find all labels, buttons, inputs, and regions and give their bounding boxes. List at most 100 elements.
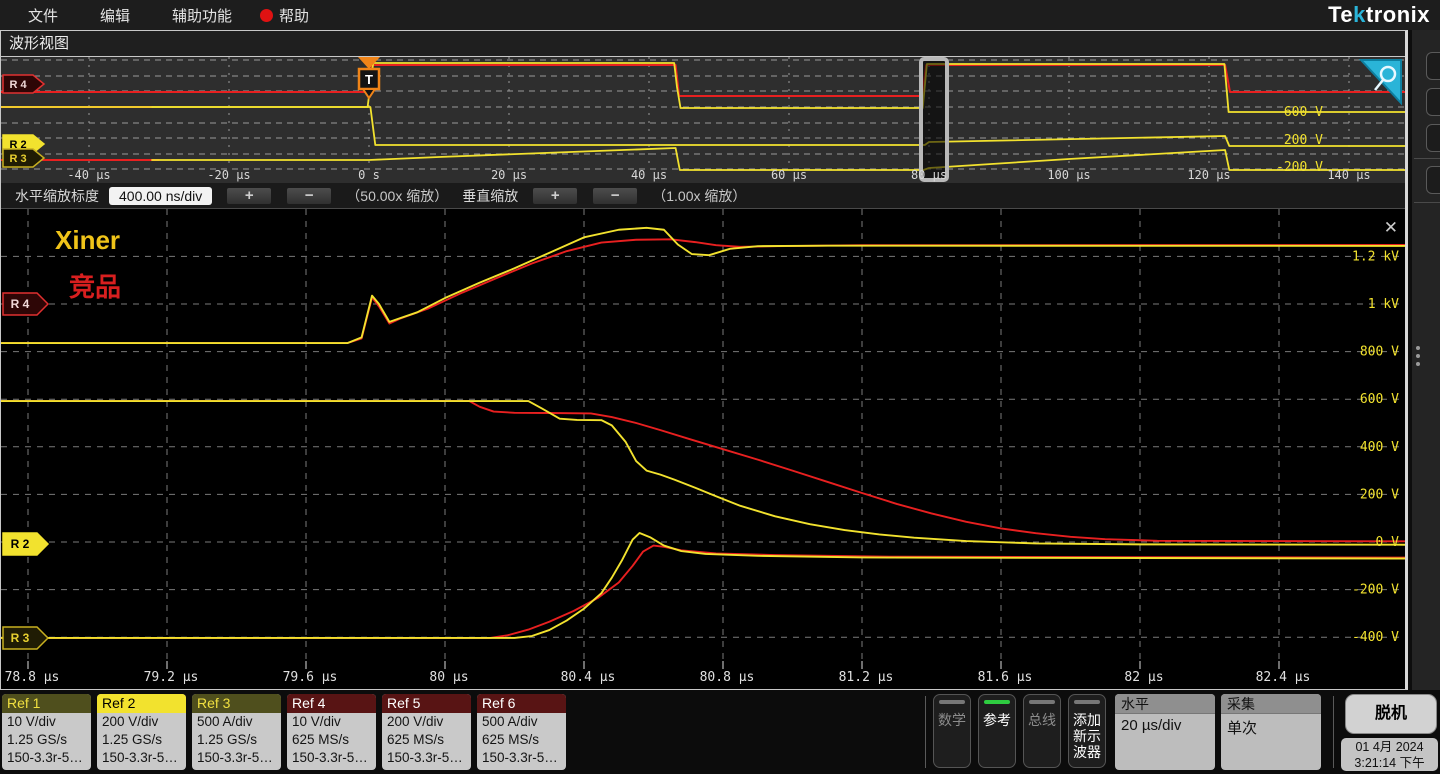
ref4-rate: 625 MS/s (292, 732, 350, 747)
svg-text:81.6 µs: 81.6 µs (978, 670, 1033, 685)
svg-text:-200 V: -200 V (1352, 583, 1399, 598)
svg-text:40 µs: 40 µs (631, 168, 667, 182)
svg-text:R 3: R 3 (9, 153, 26, 165)
datetime-display: 01 4月 2024 3:21:14 下午 (1341, 738, 1438, 771)
ref4-scale: 10 V/div (292, 714, 341, 729)
ref1-rate: 1.25 GS/s (7, 732, 68, 747)
menu-utility[interactable]: 辅助功能 (158, 5, 246, 26)
svg-text:0 s: 0 s (358, 168, 380, 182)
ref3-badge[interactable]: Ref 3 500 A/div 1.25 GS/s 150-3.3r-5… (192, 694, 281, 770)
side-divider-2 (1414, 202, 1440, 203)
horizontal-panel[interactable]: 水平 20 µs/div (1115, 694, 1215, 770)
svg-text:0 V: 0 V (1376, 535, 1400, 550)
time-value: 3:21:14 下午 (1354, 756, 1425, 770)
menu-help[interactable]: 帮助 (260, 5, 323, 26)
ref1-file: 150-3.3r-5… (7, 750, 83, 765)
close-zoom-icon[interactable]: ✕ (1384, 218, 1398, 238)
svg-text:1 kV: 1 kV (1368, 297, 1399, 312)
waveform-view-window: 波形视图 -40 µs -20 µs 0 s 20 µs 40 µs 60 µs 80 µs… (0, 30, 1408, 690)
svg-text:R 4: R 4 (11, 297, 30, 311)
separator (925, 696, 926, 768)
ref3-header: Ref 3 (192, 694, 281, 713)
ref3-scale: 500 A/div (197, 714, 253, 729)
ref4-badge[interactable]: Ref 4 10 V/div 625 MS/s 150-3.3r-5… (287, 694, 376, 770)
math-button-label: 数学 (938, 712, 966, 728)
vzoom-factor: （1.00x 缩放） (652, 187, 747, 204)
bus-button[interactable]: 总线 (1023, 694, 1061, 768)
svg-text:82 µs: 82 µs (1124, 670, 1163, 685)
annotation-xiner: Xiner (55, 225, 121, 255)
tektronix-logo: Tektronix (1328, 2, 1430, 27)
ref3-rate: 1.25 GS/s (197, 732, 258, 747)
svg-text:1.2 kV: 1.2 kV (1352, 249, 1399, 264)
vzoom-plus-button[interactable]: + (532, 186, 579, 205)
hzoom-scale-value[interactable]: 400.00 ns/div (109, 186, 213, 205)
hzoom-scale-label: 水平缩放标度 (15, 187, 99, 204)
add-new-scope-button[interactable]: 添加新示波器 (1068, 694, 1106, 768)
ref5-badge[interactable]: Ref 5 200 V/div 625 MS/s 150-3.3r-5… (382, 694, 471, 770)
menu-edit[interactable]: 编辑 (86, 5, 144, 26)
svg-text:-40 µs: -40 µs (67, 168, 110, 182)
ref5-file: 150-3.3r-5… (387, 750, 463, 765)
svg-text:80 µs: 80 µs (911, 168, 947, 182)
reference-button-label: 参考 (983, 712, 1011, 728)
add-new-scope-label: 添加新示波器 (1073, 712, 1101, 760)
svg-text:200 V: 200 V (1360, 487, 1399, 502)
separator-2 (1333, 696, 1334, 768)
svg-text:82.4 µs: 82.4 µs (1256, 670, 1311, 685)
ref6-file: 150-3.3r-5… (482, 750, 558, 765)
offline-button[interactable]: 脱机 (1345, 694, 1437, 734)
svg-text:-200 V: -200 V (1276, 160, 1323, 175)
ref1-badge[interactable]: Ref 1 10 V/div 1.25 GS/s 150-3.3r-5… (2, 694, 91, 770)
window-title: 波形视图 (1, 31, 1405, 57)
svg-text:-20 µs: -20 µs (207, 168, 250, 182)
menu-bar: 文件 编辑 辅助功能 帮助 Tektronix (0, 0, 1440, 30)
overview-waveform-strip[interactable]: -40 µs -20 µs 0 s 20 µs 40 µs 60 µs 80 µs 100 µ… (1, 57, 1405, 183)
zoom-lens-icon (1374, 79, 1384, 91)
svg-text:400 V: 400 V (1360, 440, 1399, 455)
reference-button[interactable]: 参考 (978, 694, 1016, 768)
overview-chart[interactable]: -40 µs -20 µs 0 s 20 µs 40 µs 60 µs 80 µs 100 µ… (1, 57, 1405, 183)
svg-text:100 µs: 100 µs (1047, 168, 1090, 182)
hzoom-minus-button[interactable]: − (286, 186, 333, 205)
svg-text:-400 V: -400 V (1352, 630, 1399, 645)
svg-text:79.2 µs: 79.2 µs (144, 670, 199, 685)
ref3-file: 150-3.3r-5… (197, 750, 273, 765)
side-button-1[interactable] (1426, 52, 1440, 80)
bottom-status-bar: Ref 1 10 V/div 1.25 GS/s 150-3.3r-5… Ref… (0, 690, 1440, 774)
ref1-header: Ref 1 (2, 694, 91, 713)
hzoom-plus-button[interactable]: + (226, 186, 273, 205)
panel-drag-handle[interactable] (1416, 346, 1420, 366)
zoom-control-bar: 水平缩放标度 400.00 ns/div + − （50.00x 缩放） 垂直缩… (1, 183, 1405, 209)
side-button-2[interactable] (1426, 88, 1440, 116)
svg-text:120 µs: 120 µs (1187, 168, 1230, 182)
acquisition-mode-value: 单次 (1227, 720, 1258, 737)
svg-text:80 µs: 80 µs (429, 670, 468, 685)
svg-text:80.8 µs: 80.8 µs (700, 670, 755, 685)
svg-text:T: T (365, 72, 373, 87)
math-button[interactable]: 数学 (933, 694, 971, 768)
zoomed-waveform-plot[interactable]: 78.8 µs 79.2 µs 79.6 µs 80 µs 80.4 µs 80.8 µs… (1, 209, 1405, 689)
horizontal-panel-title: 水平 (1115, 694, 1215, 714)
ref2-scale: 200 V/div (102, 714, 159, 729)
acquisition-panel[interactable]: 采集 单次 (1221, 694, 1321, 770)
ref2-badge[interactable]: Ref 2 200 V/div 1.25 GS/s 150-3.3r-5… (97, 694, 186, 770)
ref6-scale: 500 A/div (482, 714, 538, 729)
svg-text:800 V: 800 V (1360, 345, 1399, 360)
svg-text:600 V: 600 V (1284, 105, 1323, 120)
ref6-badge[interactable]: Ref 6 500 A/div 625 MS/s 150-3.3r-5… (477, 694, 566, 770)
side-button-4[interactable] (1426, 166, 1440, 194)
svg-text:81.2 µs: 81.2 µs (839, 670, 894, 685)
annotation-competitor: 竞品 (69, 272, 122, 302)
svg-text:R 2: R 2 (11, 537, 30, 551)
vzoom-minus-button[interactable]: − (592, 186, 639, 205)
bus-button-label: 总线 (1028, 712, 1056, 728)
ref2-file: 150-3.3r-5… (102, 750, 178, 765)
ref6-rate: 625 MS/s (482, 732, 540, 747)
menu-file[interactable]: 文件 (14, 5, 72, 26)
ref2-header: Ref 2 (97, 694, 186, 713)
svg-text:60 µs: 60 µs (771, 168, 807, 182)
zoomed-chart[interactable]: 78.8 µs 79.2 µs 79.6 µs 80 µs 80.4 µs 80.8 µs… (1, 209, 1405, 689)
ref2-rate: 1.25 GS/s (102, 732, 163, 747)
side-button-3[interactable] (1426, 124, 1440, 152)
